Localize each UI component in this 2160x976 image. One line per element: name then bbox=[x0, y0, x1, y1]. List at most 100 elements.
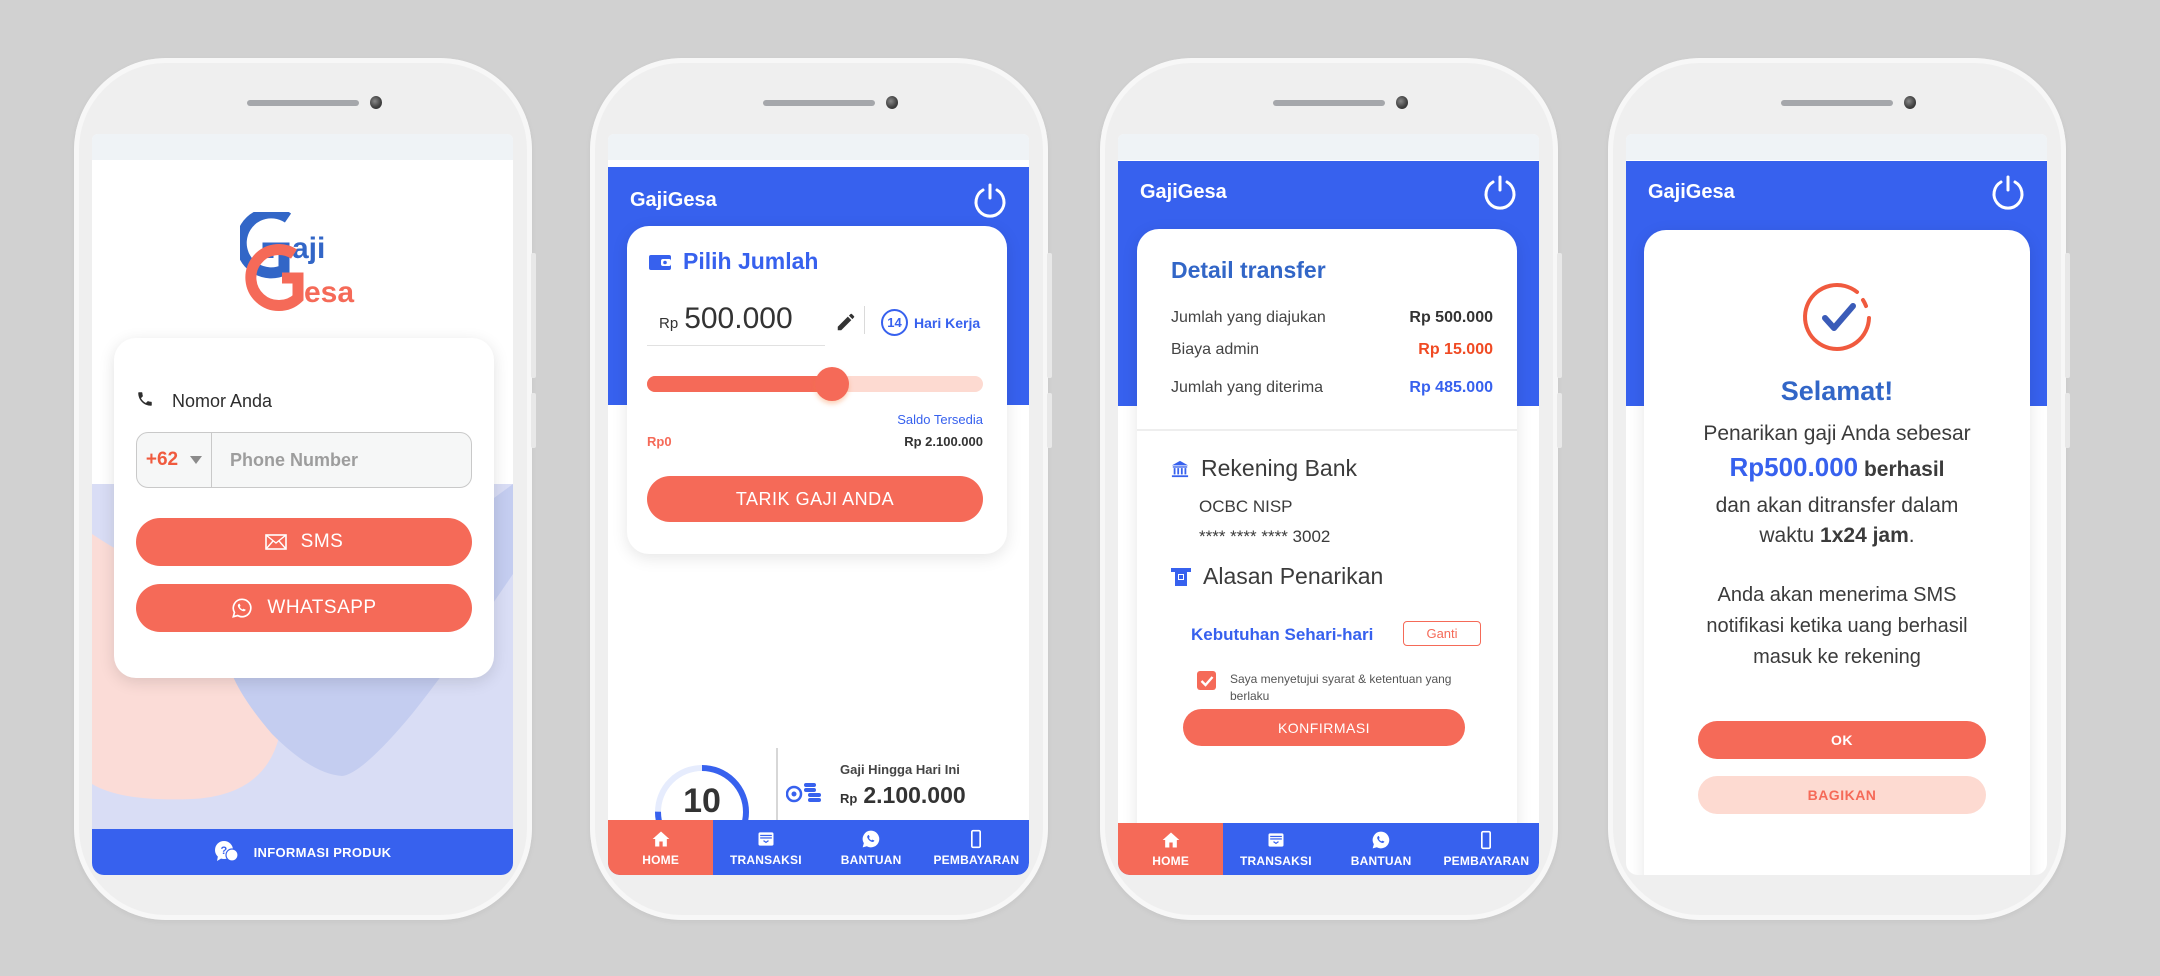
success-message-line: waktu 1x24 jam. bbox=[1644, 520, 2030, 551]
detail-row-value: Rp 485.000 bbox=[1409, 379, 1493, 396]
bank-section-heading: Rekening Bank bbox=[1171, 455, 1357, 482]
chevron-down-icon bbox=[190, 456, 203, 464]
earned-label: Gaji Hingga Hari Ini bbox=[840, 762, 960, 777]
phone-side-button bbox=[1047, 253, 1052, 378]
success-message-bold: berhasil bbox=[1863, 458, 1945, 481]
whatsapp-button[interactable]: WHATSAPP bbox=[136, 584, 472, 632]
success-amount-line: Rp500.000 berhasil bbox=[1644, 452, 2030, 485]
success-title: Selamat! bbox=[1780, 376, 1894, 406]
detail-row: Jumlah yang diajukan Rp 500.000 bbox=[1171, 309, 1493, 327]
phone-side-button bbox=[2065, 393, 2070, 448]
amount-slider[interactable] bbox=[647, 367, 983, 401]
coins-icon bbox=[786, 783, 821, 803]
detail-row: Biaya admin Rp 15.000 bbox=[1171, 341, 1493, 359]
detail-row-value: Rp 500.000 bbox=[1409, 309, 1493, 326]
bank-name: OCBC NISP bbox=[1199, 497, 1293, 516]
success-card: Selamat! Penarikan gaji Anda sebesar Rp5… bbox=[1644, 230, 2030, 875]
login-screen: aji esa Nomor Anda +62 SMS bbox=[92, 134, 513, 875]
nav-pembayaran[interactable]: PEMBAYARAN bbox=[1434, 823, 1539, 875]
phone-label-text: Nomor Anda bbox=[172, 391, 273, 411]
phone-frame-login: aji esa Nomor Anda +62 SMS bbox=[74, 58, 536, 920]
phone-side-button bbox=[1557, 253, 1562, 378]
earned-amount: Rp 2.100.000 bbox=[840, 782, 966, 809]
success-message-line: Penarikan gaji Anda sebesar bbox=[1703, 422, 1971, 445]
slider-thumb[interactable] bbox=[814, 367, 849, 401]
reason-value: Kebutuhan Sehari-hari bbox=[1191, 625, 1374, 644]
nav-bantuan-label: BANTUAN bbox=[840, 852, 902, 867]
divider bbox=[864, 306, 865, 334]
phone-side-button bbox=[1557, 393, 1562, 448]
withdraw-button[interactable]: TARIK GAJI ANDA bbox=[647, 476, 983, 522]
success-message-text: . bbox=[1908, 524, 1915, 547]
detail-row: Jumlah yang diterima Rp 485.000 bbox=[1171, 379, 1493, 397]
phone-speaker bbox=[247, 100, 359, 106]
transfer-screen: GajiGesa Detail transfer Jumlah yang dia… bbox=[1118, 134, 1539, 875]
success-amount: Rp500.000 bbox=[1729, 452, 1859, 482]
bottom-nav: HOME TRANSAKSI BANTUAN PEMBAYARAN bbox=[608, 820, 1029, 875]
success-screen: GajiGesa Selamat! Penarikan gaji Anda se… bbox=[1626, 134, 2047, 875]
mobile-icon bbox=[971, 829, 982, 848]
phone-speaker bbox=[1273, 100, 1385, 106]
reason-section-heading: Alasan Penarikan bbox=[1171, 563, 1383, 590]
pencil-icon[interactable] bbox=[835, 311, 857, 333]
amount-card-title-text: Pilih Jumlah bbox=[683, 248, 819, 274]
power-icon[interactable] bbox=[1989, 173, 2027, 211]
bank-heading-text: Rekening Bank bbox=[1201, 455, 1357, 481]
phone-side-button bbox=[531, 393, 536, 448]
work-days-label: Hari Kerja bbox=[914, 314, 981, 331]
terms-text: Saya menyetujui syarat & ketentuan yang … bbox=[1230, 672, 1452, 703]
ok-button[interactable]: OK bbox=[1698, 721, 1986, 759]
nav-transaksi-label: TRANSAKSI bbox=[729, 852, 802, 867]
phone-icon bbox=[136, 390, 156, 413]
country-code-select[interactable]: +62 bbox=[137, 433, 212, 487]
terms-agreement: Saya menyetujui syarat & ketentuan yang … bbox=[1197, 671, 1460, 705]
nav-home[interactable]: HOME bbox=[1118, 823, 1224, 875]
inbox-icon bbox=[1268, 833, 1284, 847]
amount-card: Pilih Jumlah Rp 500.000 14 Hari Kerja Sa… bbox=[627, 226, 1007, 554]
phone-speaker bbox=[763, 100, 875, 106]
nav-bantuan[interactable]: BANTUAN bbox=[819, 820, 924, 875]
home-screen: GajiGesa Pilih Jumlah Rp 500.000 14 Hari… bbox=[608, 134, 1029, 875]
confirm-button[interactable]: KONFIRMASI bbox=[1183, 709, 1465, 746]
power-icon[interactable] bbox=[1481, 173, 1519, 211]
home-icon bbox=[652, 831, 669, 846]
nav-home[interactable]: HOME bbox=[608, 820, 714, 875]
nav-transaksi[interactable]: TRANSAKSI bbox=[1223, 823, 1328, 875]
detail-row-label: Jumlah yang diterima bbox=[1171, 379, 1324, 396]
nav-bantuan-label: BANTUAN bbox=[1350, 854, 1412, 868]
sms-button[interactable]: SMS bbox=[136, 518, 472, 566]
success-message-line: dan akan ditransfer dalam bbox=[1715, 494, 1959, 517]
nav-pembayaran-label: PEMBAYARAN bbox=[1443, 854, 1530, 868]
nav-pembayaran[interactable]: PEMBAYARAN bbox=[924, 820, 1029, 875]
phone-camera bbox=[1396, 96, 1408, 109]
slider-min-label: Rp0 bbox=[647, 434, 672, 449]
change-reason-button[interactable]: Ganti bbox=[1403, 621, 1481, 646]
status-bar bbox=[1118, 134, 1539, 160]
app-title: GajiGesa bbox=[630, 189, 717, 211]
share-button[interactable]: BAGIKAN bbox=[1698, 776, 1986, 814]
bank-icon bbox=[1171, 460, 1189, 477]
phone-speaker bbox=[1781, 100, 1893, 106]
gajigesa-logo: aji esa bbox=[235, 207, 370, 312]
transfer-detail-card: Detail transfer Jumlah yang diajukan Rp … bbox=[1137, 229, 1517, 875]
phone-side-button bbox=[2065, 253, 2070, 378]
atm-icon bbox=[1171, 567, 1191, 586]
amount-input[interactable]: Rp 500.000 bbox=[647, 302, 825, 346]
success-message-text: waktu bbox=[1759, 524, 1815, 547]
phone-number-label: Nomor Anda bbox=[136, 390, 272, 413]
phone-side-button bbox=[531, 253, 536, 378]
work-days-indicator: 14 Hari Kerja bbox=[881, 309, 980, 336]
power-icon[interactable] bbox=[971, 181, 1009, 219]
available-balance-label: Saldo Tersedia bbox=[897, 412, 983, 427]
account-number: **** **** **** 3002 bbox=[1199, 527, 1331, 546]
detail-row-label: Biaya admin bbox=[1171, 341, 1260, 358]
product-info-bar[interactable]: ? INFORMASI PRODUK bbox=[92, 829, 513, 875]
terms-checkbox[interactable] bbox=[1197, 671, 1216, 690]
phone-number-input[interactable] bbox=[212, 433, 471, 487]
nav-transaksi[interactable]: TRANSAKSI bbox=[713, 820, 818, 875]
ok-button-label: OK bbox=[1831, 732, 1853, 748]
mail-icon bbox=[264, 534, 287, 550]
check-icon bbox=[1200, 675, 1213, 687]
wallet-icon bbox=[649, 254, 671, 270]
nav-bantuan[interactable]: BANTUAN bbox=[1329, 823, 1434, 875]
